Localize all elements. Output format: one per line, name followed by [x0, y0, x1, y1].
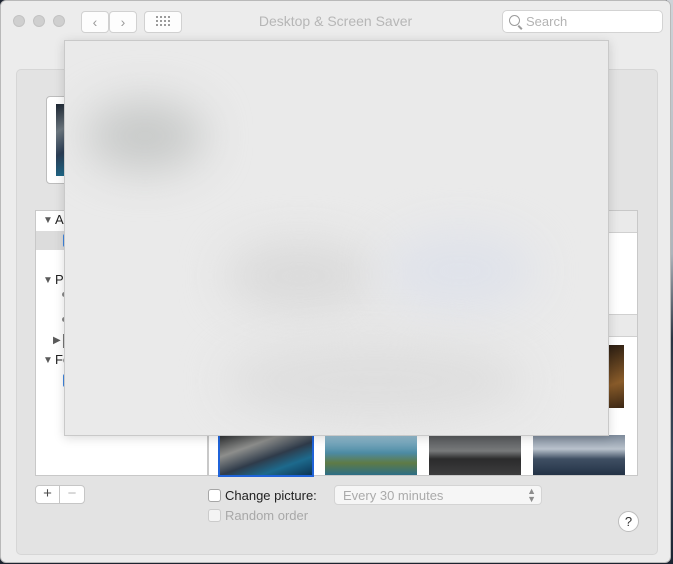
- search-icon: [509, 15, 520, 26]
- change-picture-label: Change picture:: [225, 488, 317, 503]
- change-picture-checkbox[interactable]: [208, 489, 221, 502]
- picture-thumbnail[interactable]: [533, 435, 625, 475]
- disclosure-triangle-icon[interactable]: ▼: [43, 275, 53, 286]
- remove-folder-button[interactable]: −: [59, 485, 85, 504]
- picture-thumbnail[interactable]: [609, 345, 624, 408]
- add-folder-button[interactable]: +: [35, 485, 60, 504]
- blurred-region: [385, 231, 535, 311]
- disclosure-triangle-icon[interactable]: ▼: [43, 215, 53, 226]
- picture-thumbnail[interactable]: [218, 433, 314, 477]
- blurred-region: [225, 241, 375, 311]
- search-placeholder: Search: [526, 14, 568, 29]
- plus-icon: +: [43, 485, 52, 502]
- stepper-arrows-icon: ▲ ▼: [527, 486, 536, 504]
- picture-thumbnail[interactable]: [325, 435, 417, 475]
- help-icon: ?: [624, 514, 633, 529]
- gallery-header: [609, 314, 637, 337]
- gallery-header: [609, 211, 637, 233]
- help-button[interactable]: ?: [618, 511, 639, 532]
- change-interval-popup[interactable]: Every 30 minutes ▲ ▼: [334, 485, 542, 505]
- search-field[interactable]: Search: [502, 10, 663, 33]
- picture-thumbnail[interactable]: [429, 435, 521, 475]
- random-order-checkbox[interactable]: [208, 509, 221, 522]
- blurred-region: [225, 341, 525, 421]
- disclosure-triangle-icon[interactable]: ▼: [43, 355, 53, 366]
- minus-icon: −: [67, 485, 77, 502]
- blurred-region: [85, 101, 205, 171]
- preferences-window: ‹ › Desktop & Screen Saver Search ▼ Ap ▼…: [0, 0, 671, 563]
- blurred-overlay-panel: [64, 40, 609, 436]
- interval-value: Every 30 minutes: [343, 488, 444, 503]
- disclosure-triangle-icon[interactable]: ▶: [53, 335, 61, 346]
- titlebar: ‹ › Desktop & Screen Saver Search: [1, 1, 670, 41]
- random-order-label: Random order: [225, 508, 309, 523]
